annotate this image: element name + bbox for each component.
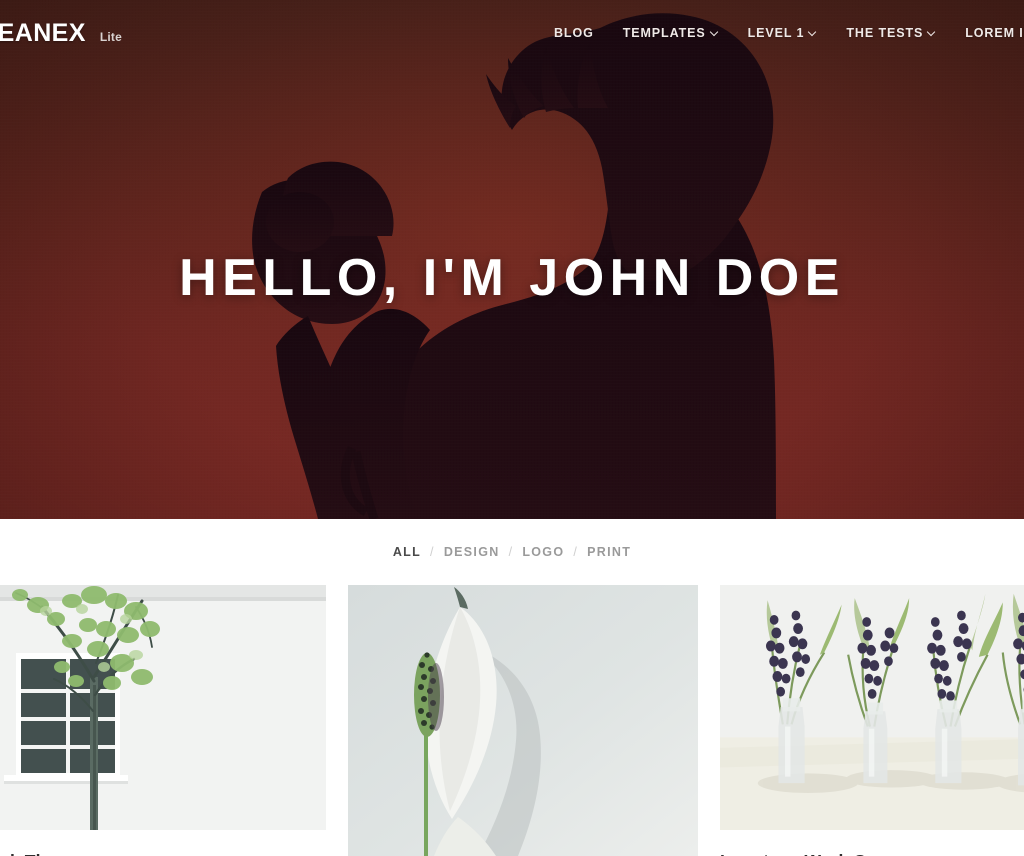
chevron-down-icon — [711, 28, 719, 36]
portfolio-item[interactable]: Work Three — [0, 585, 326, 856]
filter-print[interactable]: PRINT — [587, 545, 631, 559]
filter-logo[interactable]: LOGO — [522, 545, 564, 559]
portfolio-grid: Work Three — [0, 585, 1024, 856]
portfolio-filter-bar: ALL / DESIGN / LOGO / PRINT — [0, 519, 1024, 585]
nav-label: LEVEL 1 — [747, 26, 805, 40]
nav-item-the-tests[interactable]: THE TESTS — [846, 26, 936, 40]
lavender-bottles-photo-icon — [720, 585, 1024, 830]
portfolio-section: ALL / DESIGN / LOGO / PRINT — [0, 519, 1024, 856]
hero-title: HELLO, I'M JOHN DOE — [179, 249, 845, 307]
chevron-down-icon — [928, 28, 936, 36]
nav-label: LOREM IPSUM — [965, 26, 1024, 40]
nav-label: TEMPLATES — [622, 26, 706, 40]
portfolio-thumbnail[interactable] — [0, 585, 326, 830]
portfolio-item[interactable]: Logotype Work One logo — [720, 585, 1024, 856]
chevron-down-icon — [809, 28, 817, 36]
nav-label: THE TESTS — [846, 26, 924, 40]
filter-all[interactable]: ALL — [393, 545, 421, 559]
brand-badge: Lite — [99, 29, 122, 44]
peace-lily-photo-icon — [348, 585, 698, 856]
main-navigation: BLOG TEMPLATES LEVEL 1 THE TESTS LOREM I… — [554, 26, 1024, 40]
portfolio-item-title: Work Three — [0, 851, 326, 856]
filter-separator: / — [573, 545, 579, 559]
site-logo[interactable]: LEANEX Lite — [0, 19, 122, 48]
tree-window-photo-icon — [0, 585, 326, 830]
nav-label: BLOG — [554, 26, 594, 40]
nav-item-templates[interactable]: TEMPLATES — [623, 26, 719, 40]
nav-item-blog[interactable]: BLOG — [554, 26, 594, 40]
hero-section: LEANEX Lite BLOG TEMPLATES LEVEL 1 THE T… — [0, 0, 1024, 519]
filter-separator: / — [508, 545, 514, 559]
portfolio-item[interactable] — [348, 585, 698, 856]
brand-name: LEANEX — [0, 18, 86, 47]
site-header: LEANEX Lite BLOG TEMPLATES LEVEL 1 THE T… — [0, 0, 1024, 66]
nav-item-level-1[interactable]: LEVEL 1 — [748, 26, 818, 40]
filter-design[interactable]: DESIGN — [444, 545, 500, 559]
nav-item-lorem-ipsum[interactable]: LOREM IPSUM — [965, 26, 1024, 40]
filter-separator: / — [430, 545, 435, 559]
portfolio-thumbnail[interactable] — [348, 585, 698, 856]
portfolio-item-title: Logotype Work One — [720, 851, 1024, 856]
portfolio-thumbnail[interactable] — [720, 585, 1024, 830]
